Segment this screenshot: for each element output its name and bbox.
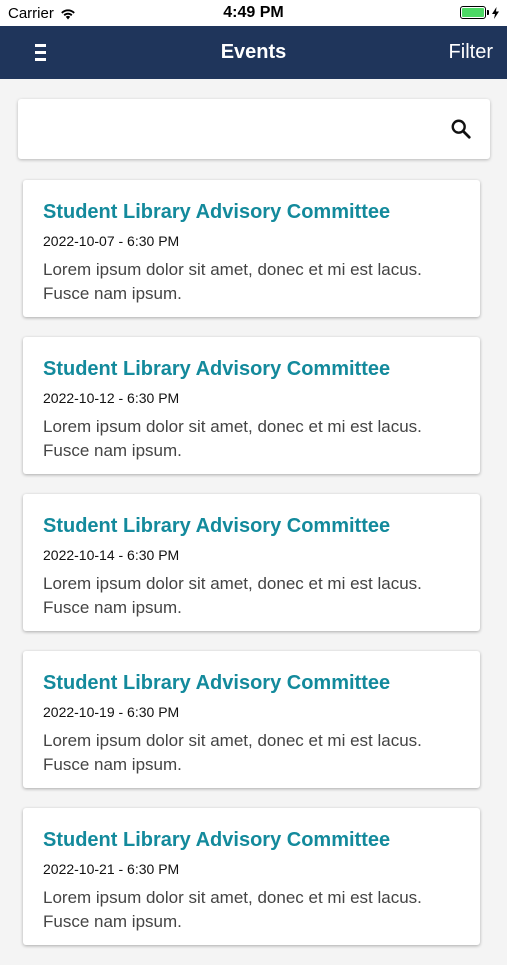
nav-bar: Events Filter [0,26,507,79]
event-description: Lorem ipsum dolor sit amet, donec et mi … [43,417,422,460]
event-datetime: 2022-10-19 - 6:30 PM [43,704,180,720]
event-datetime: 2022-10-14 - 6:30 PM [43,547,180,563]
event-title[interactable]: Student Library Advisory Committee [43,200,460,224]
event-card[interactable]: Student Library Advisory Committee 2022-… [23,808,480,945]
event-description: Lorem ipsum dolor sit amet, donec et mi … [43,731,422,774]
menu-button[interactable] [30,42,52,64]
battery-tip [487,10,489,15]
charging-icon [492,6,499,19]
battery-indicator [460,6,499,19]
menu-icon [30,42,52,61]
event-description: Lorem ipsum dolor sit amet, donec et mi … [43,574,422,617]
event-card[interactable]: Student Library Advisory Committee 2022-… [23,651,480,788]
event-description: Lorem ipsum dolor sit amet, donec et mi … [43,260,422,303]
battery-icon [460,6,486,19]
search-icon[interactable] [450,118,472,140]
search-input[interactable] [30,111,430,147]
event-datetime: 2022-10-12 - 6:30 PM [43,390,180,406]
page-title: Events [220,41,287,63]
search-bar [18,99,490,159]
status-time: 4:49 PM [223,4,284,21]
status-bar: Carrier 4:49 PM [0,0,507,26]
event-datetime: 2022-10-07 - 6:30 PM [43,233,180,249]
event-card[interactable]: Student Library Advisory Committee 2022-… [23,180,480,317]
event-title[interactable]: Student Library Advisory Committee [43,671,460,695]
filter-button[interactable]: Filter [449,41,493,64]
event-list: Student Library Advisory Committee 2022-… [23,180,480,965]
event-title[interactable]: Student Library Advisory Committee [43,828,460,852]
event-datetime: 2022-10-21 - 6:30 PM [43,861,180,877]
battery-fill [462,8,484,17]
event-card[interactable]: Student Library Advisory Committee 2022-… [23,337,480,474]
event-card[interactable]: Student Library Advisory Committee 2022-… [23,494,480,631]
event-title[interactable]: Student Library Advisory Committee [43,514,460,538]
event-description: Lorem ipsum dolor sit amet, donec et mi … [43,888,422,931]
event-title[interactable]: Student Library Advisory Committee [43,357,460,381]
